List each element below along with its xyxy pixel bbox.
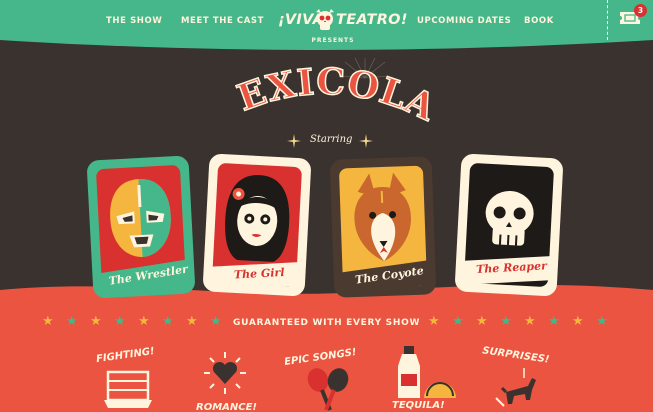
cast-card-girl[interactable]: The Girl: [202, 153, 312, 297]
logo-word-right: TEATRO!: [336, 12, 408, 28]
nav-link-upcoming-dates[interactable]: UPCOMING DATES: [417, 16, 511, 26]
cart-count-badge: 3: [634, 4, 647, 17]
star-icon: ★: [162, 314, 174, 329]
sparkle-icon-right: [359, 134, 373, 148]
star-icon: ★: [524, 314, 536, 329]
star-icon: ★: [500, 314, 512, 329]
feature-label-tequila: TEQUILA!: [392, 400, 445, 411]
star-icon: ★: [42, 314, 54, 329]
nav-link-the-show[interactable]: THE SHOW: [106, 16, 162, 26]
star-icon: ★: [476, 314, 488, 329]
nav-link-book[interactable]: BOOK: [524, 16, 554, 26]
cast-card-wrestler[interactable]: The Wrestler: [86, 155, 196, 299]
star-icon: ★: [596, 314, 608, 329]
star-icon: ★: [90, 314, 102, 329]
skull-logo-icon: [316, 9, 334, 30]
card-label-reaper: The Reaper: [475, 259, 548, 277]
star-icon: ★: [66, 314, 78, 329]
top-navigation: THE SHOW MEET THE CAST ¡VIVA TEATRO! PRE…: [0, 0, 653, 52]
logo-presents: PRESENTS: [311, 37, 355, 44]
star-icon: ★: [428, 314, 440, 329]
star-icon: ★: [210, 314, 222, 329]
heart-icon: [204, 352, 246, 394]
tequila-taco-icon: [398, 346, 456, 398]
nav-divider: [607, 0, 608, 40]
star-icon: ★: [186, 314, 198, 329]
guarantee-text: GUARANTEED WITH EVERY SHOW: [233, 318, 421, 328]
show-title: MEXICOLA!: [215, 58, 435, 130]
star-icon: ★: [452, 314, 464, 329]
sparkle-icon-left: [287, 134, 301, 148]
cast-card-coyote[interactable]: The Coyote: [329, 156, 437, 298]
boxing-ring-icon: [104, 370, 152, 408]
pinata-icon: [495, 368, 536, 407]
title-text: MEXICOLA!: [215, 58, 435, 130]
star-icon: ★: [114, 314, 126, 329]
svg-text:MEXICOLA!: MEXICOLA!: [215, 58, 435, 130]
starring-text: Starring: [310, 134, 353, 145]
star-icon: ★: [138, 314, 150, 329]
nav-link-meet-the-cast[interactable]: MEET THE CAST: [181, 16, 264, 26]
maracas-icon: [307, 368, 349, 411]
star-icon: ★: [572, 314, 584, 329]
viva-teatro-logo[interactable]: ¡VIVA TEATRO! PRESENTS: [276, 8, 407, 48]
starring-label: Starring: [286, 132, 376, 150]
card-label-girl: The Girl: [233, 265, 285, 282]
star-icon: ★: [548, 314, 560, 329]
cast-card-reaper[interactable]: The Reaper: [454, 153, 564, 297]
feature-label-romance: ROMANCE!: [196, 402, 257, 412]
